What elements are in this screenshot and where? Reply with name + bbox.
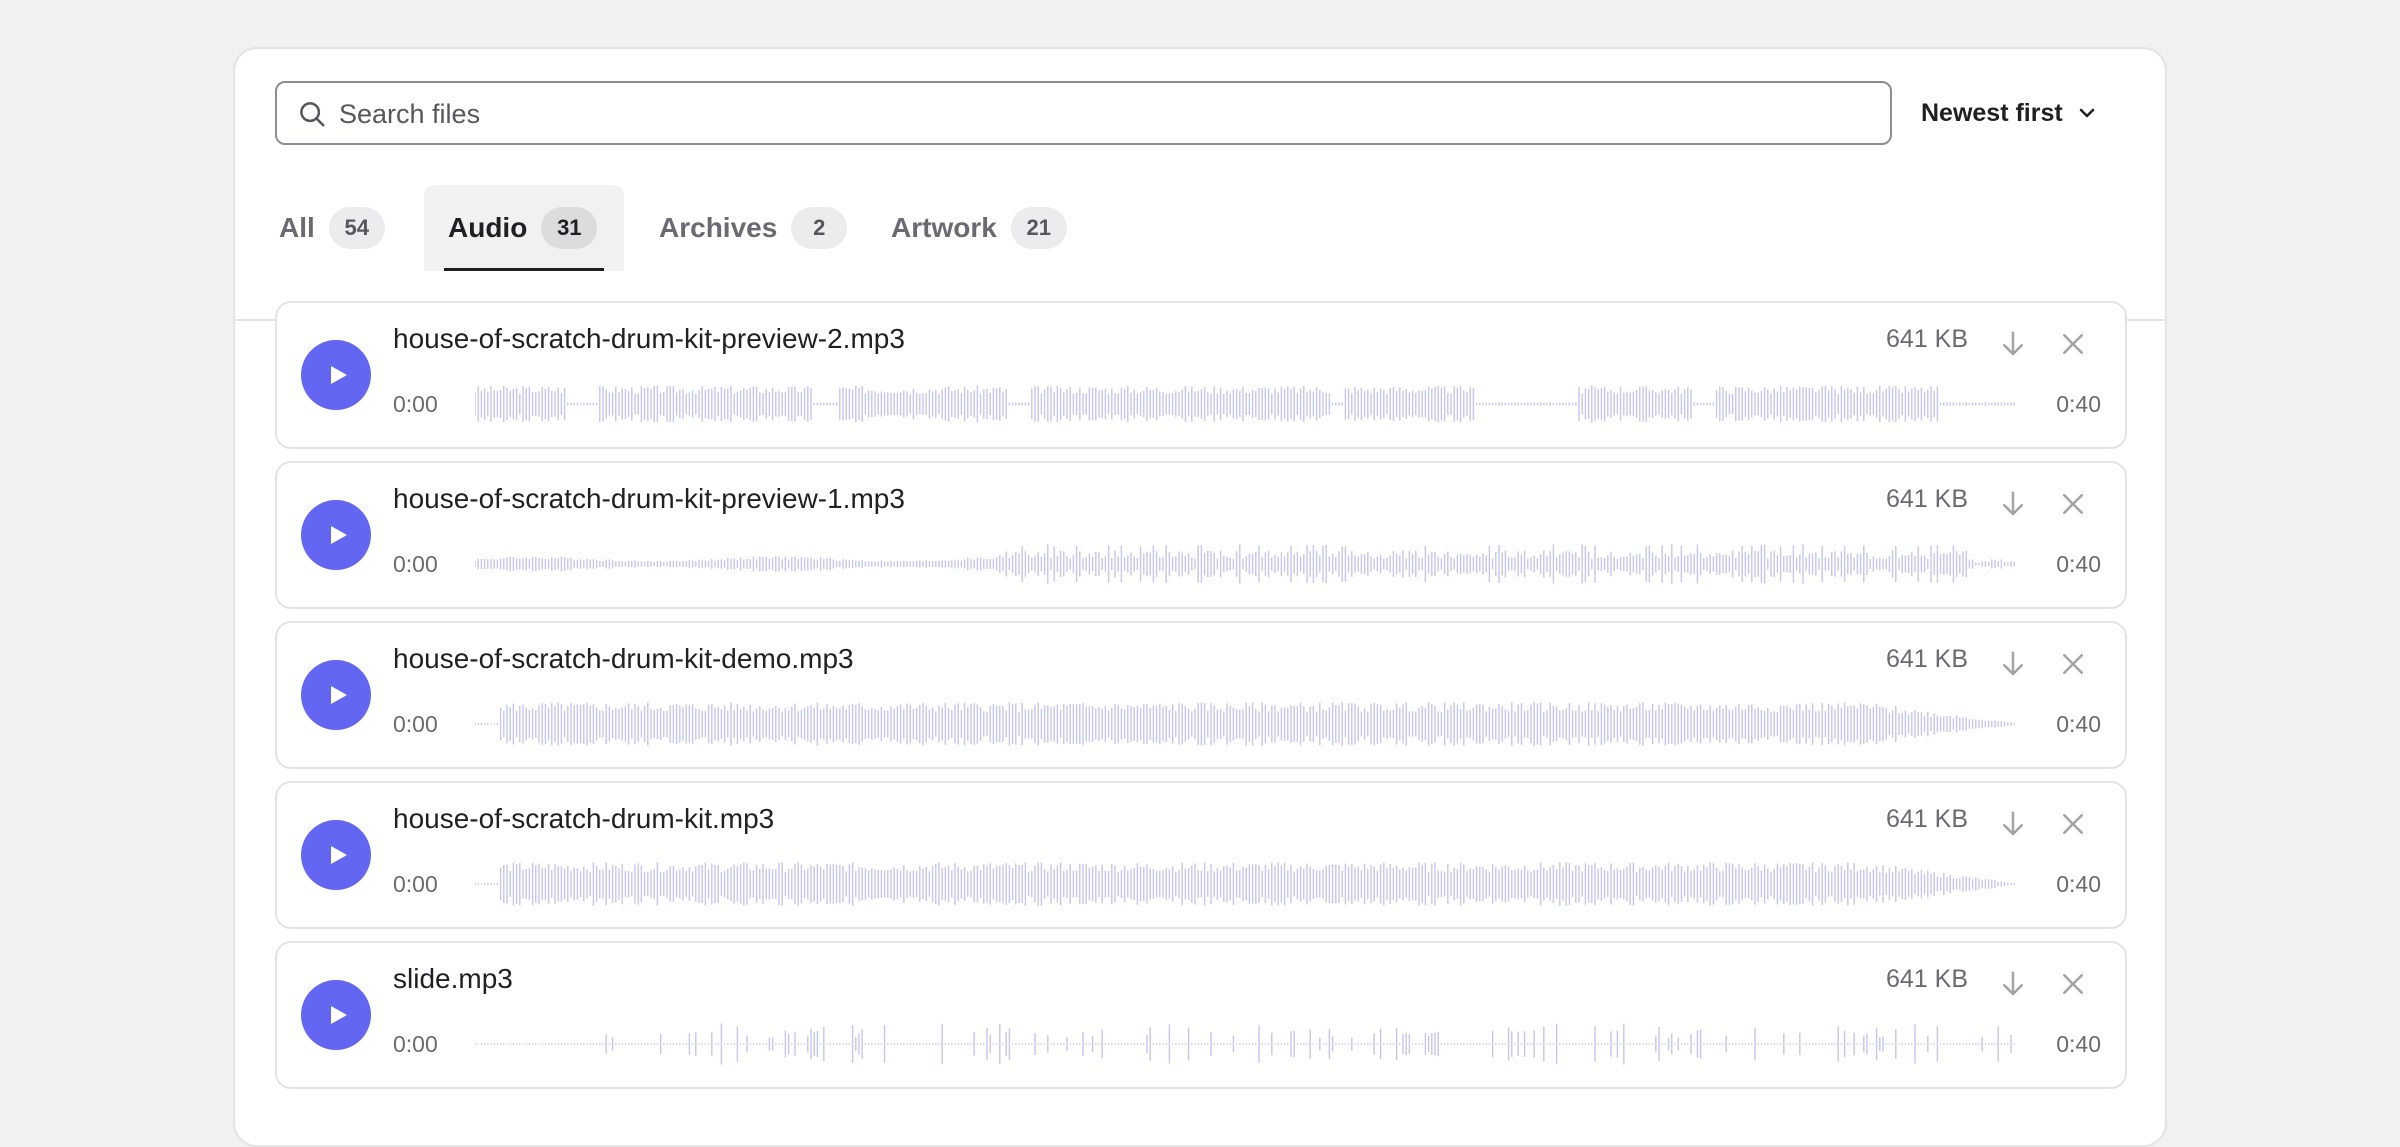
- sort-label: Newest first: [1921, 98, 2063, 127]
- time-end: 0:40: [2056, 1031, 2101, 1057]
- tab-count-badge: 21: [1010, 207, 1067, 249]
- toolbar: Newest first: [275, 81, 2125, 145]
- tab-artwork[interactable]: Artwork 21: [867, 185, 1091, 271]
- time-start: 0:00: [393, 711, 438, 737]
- tab-label: Archives: [659, 212, 778, 243]
- waveform[interactable]: [475, 539, 2015, 589]
- file-row: house-of-scratch-drum-kit-preview-2.mp3 …: [275, 301, 2127, 449]
- play-button[interactable]: [301, 660, 371, 730]
- waveform[interactable]: [475, 1019, 2015, 1069]
- play-icon: [331, 526, 347, 544]
- search-box[interactable]: [275, 81, 1892, 145]
- sort-dropdown[interactable]: Newest first: [1921, 81, 2099, 145]
- play-icon: [331, 846, 347, 864]
- download-icon[interactable]: [1998, 809, 2028, 839]
- play-icon: [331, 1006, 347, 1024]
- time-start: 0:00: [393, 1031, 438, 1057]
- close-icon[interactable]: [2058, 489, 2088, 519]
- file-name: house-of-scratch-drum-kit-preview-1.mp3: [393, 483, 905, 514]
- file-size: 641 KB: [1885, 965, 1968, 993]
- file-row: house-of-scratch-drum-kit-preview-1.mp3 …: [275, 461, 2127, 609]
- play-button[interactable]: [301, 500, 371, 570]
- tab-all[interactable]: All 54: [255, 185, 409, 271]
- file-name: house-of-scratch-drum-kit.mp3: [393, 803, 775, 834]
- waveform[interactable]: [475, 859, 2015, 909]
- time-end: 0:40: [2056, 871, 2101, 897]
- tab-count-badge: 54: [328, 207, 385, 249]
- file-row: slide.mp3 641 KB 0:00 0:40: [275, 941, 2127, 1089]
- search-input[interactable]: [337, 83, 1841, 145]
- tab-audio[interactable]: Audio 31: [424, 185, 624, 271]
- time-end: 0:40: [2056, 711, 2101, 737]
- download-icon[interactable]: [1998, 489, 2028, 519]
- tab-archives[interactable]: Archives 2: [635, 185, 871, 271]
- close-icon[interactable]: [2058, 649, 2088, 679]
- play-button[interactable]: [301, 980, 371, 1050]
- time-end: 0:40: [2056, 551, 2101, 577]
- play-icon: [331, 686, 347, 704]
- file-size: 641 KB: [1885, 645, 1968, 673]
- file-name: slide.mp3: [393, 963, 513, 994]
- tab-label: Artwork: [891, 212, 997, 243]
- waveform[interactable]: [475, 699, 2015, 749]
- file-size: 641 KB: [1885, 805, 1968, 833]
- time-start: 0:00: [393, 871, 438, 897]
- close-icon[interactable]: [2058, 329, 2088, 359]
- file-name: house-of-scratch-drum-kit-preview-2.mp3: [393, 323, 905, 354]
- search-icon: [300, 102, 325, 127]
- play-button[interactable]: [301, 820, 371, 890]
- download-icon[interactable]: [1998, 649, 2028, 679]
- tab-count-badge: 31: [541, 207, 598, 249]
- download-icon[interactable]: [1998, 329, 2028, 359]
- play-icon: [331, 366, 347, 384]
- play-button[interactable]: [301, 340, 371, 410]
- time-start: 0:00: [393, 391, 438, 417]
- file-row: house-of-scratch-drum-kit.mp3 641 KB 0:0…: [275, 781, 2127, 929]
- file-manager-panel: Newest first All 54 Audio 31 Archives 2 …: [233, 47, 2167, 1147]
- close-icon[interactable]: [2058, 809, 2088, 839]
- file-name: house-of-scratch-drum-kit-demo.mp3: [393, 643, 854, 674]
- waveform[interactable]: [475, 379, 2015, 429]
- time-end: 0:40: [2056, 391, 2101, 417]
- file-size: 641 KB: [1885, 325, 1968, 353]
- tab-label: All: [279, 212, 315, 243]
- tab-count-badge: 2: [791, 207, 848, 249]
- download-icon[interactable]: [1998, 969, 2028, 999]
- chevron-down-icon: [2079, 108, 2094, 118]
- file-size: 641 KB: [1885, 485, 1968, 513]
- file-row: house-of-scratch-drum-kit-demo.mp3 641 K…: [275, 621, 2127, 769]
- tab-label: Audio: [448, 212, 528, 243]
- time-start: 0:00: [393, 551, 438, 577]
- close-icon[interactable]: [2058, 969, 2088, 999]
